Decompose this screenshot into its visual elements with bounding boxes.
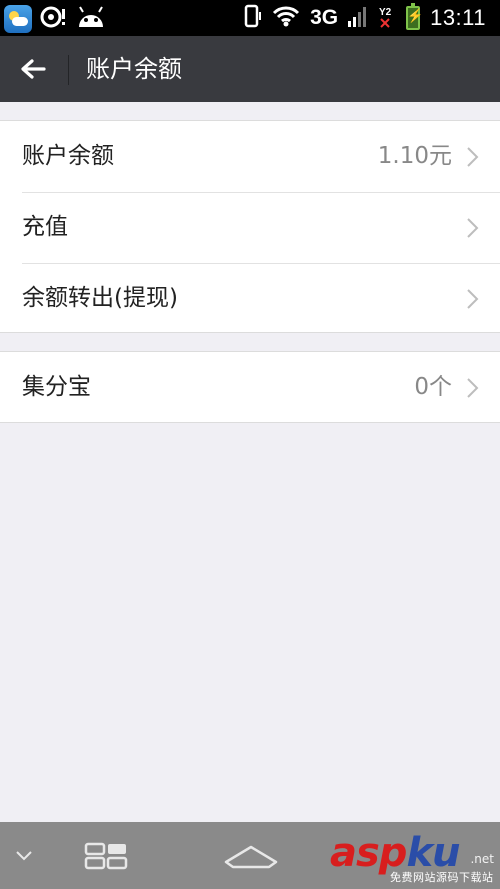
wifi-icon xyxy=(272,5,300,32)
back-button[interactable] xyxy=(0,36,66,102)
chevron-down-icon xyxy=(16,850,32,860)
title-bar: 账户余额 xyxy=(0,36,500,102)
list-item-balance[interactable]: 账户余额 1.10元 xyxy=(0,121,500,192)
clock: 13:11 xyxy=(430,5,486,30)
qq-notification-icon xyxy=(40,4,68,34)
notification-icons xyxy=(4,4,106,34)
home-icon xyxy=(224,845,278,868)
svg-text:Y2: Y2 xyxy=(379,7,392,18)
battery-charging-icon xyxy=(406,3,423,30)
recent-apps-icon xyxy=(84,842,128,869)
chevron-right-icon xyxy=(467,218,479,238)
balance-group: 账户余额 1.10元 充值 余额转出(提现) xyxy=(0,120,500,333)
vibrate-icon xyxy=(242,4,262,33)
home-button[interactable] xyxy=(220,822,282,889)
android-icon xyxy=(76,5,106,33)
points-value: 0个 xyxy=(414,374,452,400)
arrow-left-icon xyxy=(21,59,46,79)
hide-nav-button[interactable] xyxy=(6,822,42,889)
list-item-label: 余额转出(提现) xyxy=(22,285,178,311)
list-item-label: 充值 xyxy=(22,214,68,240)
recent-apps-button[interactable] xyxy=(78,822,134,889)
status-bar: 3G Y2 13:11 xyxy=(0,0,500,36)
watermark-domain: .net xyxy=(470,852,494,866)
watermark-logo: aspku .net 免费网站源码下载站 xyxy=(318,818,500,889)
sim-no-signal-icon: Y2 xyxy=(378,4,396,33)
chevron-right-icon xyxy=(467,147,479,167)
weather-icon xyxy=(4,5,32,33)
points-group: 集分宝 0个 xyxy=(0,351,500,423)
list-item-label: 账户余额 xyxy=(22,143,114,169)
system-status: 3G Y2 13:11 xyxy=(242,0,486,36)
list-item-withdraw[interactable]: 余额转出(提现) xyxy=(0,263,500,334)
list-item-recharge[interactable]: 充值 xyxy=(0,192,500,263)
network-type-label: 3G xyxy=(310,6,339,29)
chevron-right-icon xyxy=(467,289,479,309)
chevron-right-icon xyxy=(467,378,479,398)
list-item-jifenbao[interactable]: 集分宝 0个 xyxy=(0,352,500,423)
list-item-label: 集分宝 xyxy=(22,374,91,400)
balance-value: 1.10元 xyxy=(377,143,452,169)
page-title: 账户余额 xyxy=(86,55,182,83)
signal-icon xyxy=(348,5,368,32)
title-divider xyxy=(68,55,69,85)
watermark-tagline: 免费网站源码下载站 xyxy=(390,871,494,884)
